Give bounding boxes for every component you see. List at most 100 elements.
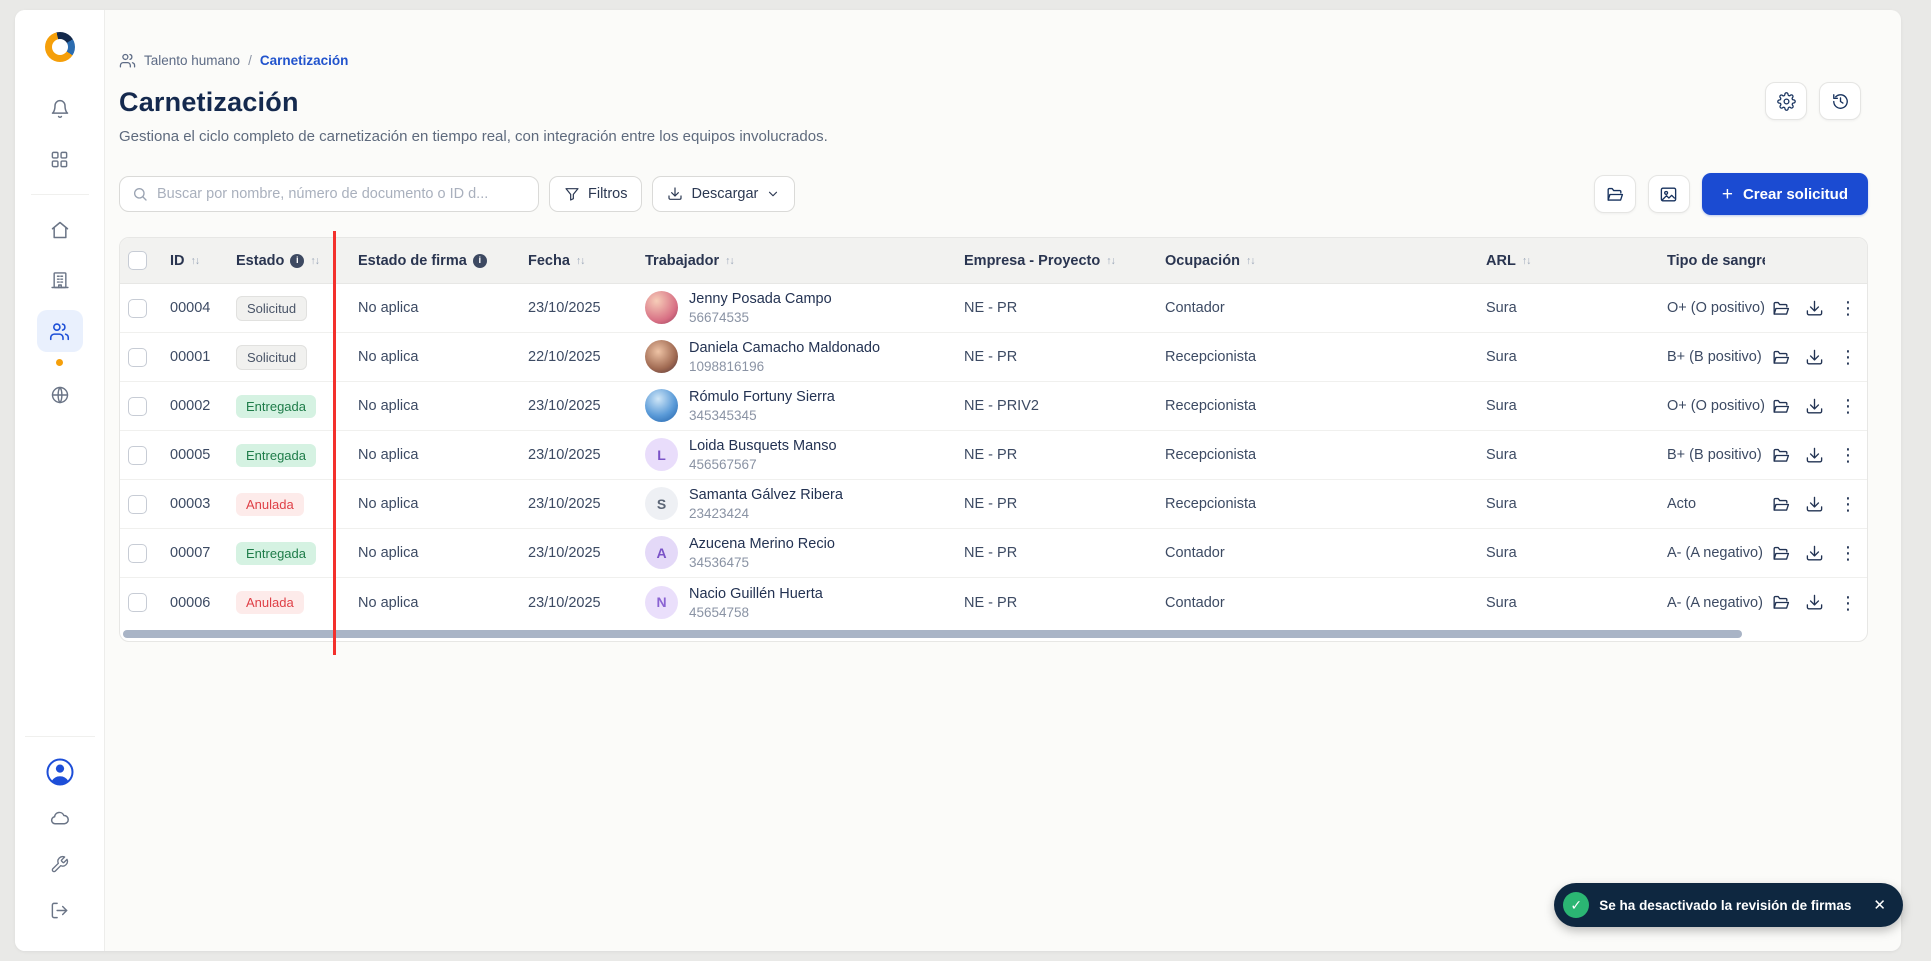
table-row[interactable]: 00006 Anulada No aplica 23/10/2025 N Nacio Gu… — [120, 578, 1867, 627]
column-header-ocupacion[interactable]: Ocupación ↑↓ — [1149, 238, 1470, 283]
building-icon[interactable] — [37, 260, 83, 300]
table-row[interactable]: 00005 Entregada No aplica 23/10/2025 L Loida … — [120, 431, 1867, 480]
badge-image-button[interactable] — [1647, 175, 1690, 213]
cell-select — [120, 480, 154, 528]
cell-trabajador: A Azucena Merino Recio 34536475 — [629, 529, 948, 577]
cell-fecha: 23/10/2025 — [528, 594, 601, 611]
folder-button[interactable] — [1593, 175, 1636, 213]
info-icon[interactable]: i — [290, 253, 305, 268]
folder-icon[interactable] — [1771, 544, 1790, 563]
download-icon[interactable] — [1805, 348, 1824, 367]
kebab-menu-icon[interactable]: ⋮ — [1839, 446, 1857, 464]
folder-icon[interactable] — [1771, 495, 1790, 514]
cell-id: 00002 — [170, 398, 211, 414]
kebab-menu-icon[interactable]: ⋮ — [1839, 348, 1857, 366]
download-button[interactable]: Descargar — [652, 176, 796, 212]
kebab-menu-icon[interactable]: ⋮ — [1839, 594, 1857, 612]
cell-id: 00007 — [170, 545, 211, 561]
settings-gear-button[interactable] — [1765, 82, 1807, 120]
folder-icon[interactable] — [1771, 593, 1790, 612]
notifications-bell-icon[interactable] — [37, 89, 83, 129]
cell-id: 00005 — [170, 447, 211, 463]
table-row[interactable]: 00001 Solicitud No aplica 22/10/2025 Daniela… — [120, 333, 1867, 382]
breadcrumb-current[interactable]: Carnetización — [260, 53, 349, 68]
worker-document: 45654758 — [689, 604, 750, 620]
download-icon[interactable] — [1805, 446, 1824, 465]
logout-icon[interactable] — [37, 890, 83, 930]
table-row[interactable]: 00004 Solicitud No aplica 23/10/2025 Jenny P… — [120, 284, 1867, 333]
search-box[interactable] — [119, 176, 539, 212]
cell-fecha: 23/10/2025 — [528, 398, 601, 414]
cloud-icon[interactable] — [37, 798, 83, 838]
cell-actions: ⋮ — [1765, 284, 1867, 332]
kebab-menu-icon[interactable]: ⋮ — [1839, 397, 1857, 415]
home-icon[interactable] — [37, 210, 83, 250]
download-icon[interactable] — [1805, 397, 1824, 416]
apps-grid-icon[interactable] — [37, 139, 83, 179]
globe-icon[interactable] — [37, 375, 83, 415]
row-checkbox[interactable] — [127, 543, 147, 563]
folder-icon[interactable] — [1771, 446, 1790, 465]
download-icon[interactable] — [1805, 495, 1824, 514]
horizontal-scrollbar[interactable] — [123, 630, 1864, 638]
status-badge: Entregada — [236, 394, 316, 418]
toast-close-icon[interactable]: ✕ — [1873, 896, 1886, 914]
select-all-checkbox[interactable] — [127, 251, 147, 270]
download-icon[interactable] — [1805, 299, 1824, 318]
cell-estado: Entregada — [220, 382, 342, 430]
worker-avatar: N — [645, 585, 678, 619]
column-header-fecha[interactable]: Fecha ↑↓ — [512, 238, 629, 283]
table-row[interactable]: 00007 Entregada No aplica 23/10/2025 A Azucen… — [120, 529, 1867, 578]
wrench-icon[interactable] — [37, 844, 83, 884]
worker-document: 34536475 — [689, 555, 750, 571]
plus-icon: + — [1721, 183, 1733, 205]
folder-icon[interactable] — [1771, 348, 1790, 367]
filters-button[interactable]: Filtros — [549, 176, 643, 212]
download-icon[interactable] — [1805, 593, 1824, 612]
sort-icon[interactable]: ↑↓ — [1522, 255, 1531, 267]
sort-icon[interactable]: ↑↓ — [310, 255, 319, 267]
download-icon[interactable] — [1805, 544, 1824, 563]
sort-icon[interactable]: ↑↓ — [725, 255, 734, 267]
history-button[interactable] — [1819, 82, 1861, 120]
search-input[interactable] — [157, 186, 526, 202]
column-header-id[interactable]: ID ↑↓ — [154, 238, 220, 283]
column-header-arl[interactable]: ARL ↑↓ — [1470, 238, 1651, 283]
worker-photo — [645, 389, 678, 423]
row-checkbox[interactable] — [127, 445, 147, 465]
create-request-button[interactable]: + Crear solicitud — [1701, 173, 1868, 215]
kebab-menu-icon[interactable]: ⋮ — [1839, 299, 1857, 317]
app-window: Talento humano / Carnetización Carnetiza… — [15, 10, 1901, 951]
row-checkbox[interactable] — [127, 298, 147, 318]
worker-name: Jenny Posada Campo — [689, 291, 832, 308]
table-header-row: ID ↑↓ Estado i ↑↓ Estado de firma i Fecha ↑↓ Trab… — [120, 238, 1867, 284]
column-header-sangre[interactable]: Tipo de sangre↑↓ — [1651, 238, 1765, 283]
sort-icon[interactable]: ↑↓ — [576, 255, 585, 267]
breadcrumb-section[interactable]: Talento humano — [144, 53, 240, 68]
folder-icon[interactable] — [1771, 299, 1790, 318]
sort-icon[interactable]: ↑↓ — [1106, 255, 1115, 267]
user-avatar-icon[interactable] — [37, 752, 83, 792]
scrollbar-thumb[interactable] — [123, 630, 1743, 638]
sort-icon[interactable]: ↑↓ — [191, 255, 200, 267]
cell-empresa: NE - PR — [964, 349, 1018, 365]
table-body: 00004 Solicitud No aplica 23/10/2025 Jenny P… — [120, 284, 1867, 627]
row-checkbox[interactable] — [127, 347, 147, 367]
row-checkbox[interactable] — [127, 593, 147, 612]
app-logo-icon[interactable] — [43, 30, 77, 64]
row-checkbox[interactable] — [127, 494, 147, 514]
kebab-menu-icon[interactable]: ⋮ — [1839, 495, 1857, 513]
kebab-menu-icon[interactable]: ⋮ — [1839, 544, 1857, 562]
column-header-empresa[interactable]: Empresa - Proyecto ↑↓ — [948, 238, 1149, 283]
info-icon[interactable]: i — [472, 253, 487, 268]
folder-icon[interactable] — [1771, 397, 1790, 416]
sort-icon[interactable]: ↑↓ — [1246, 255, 1255, 267]
cell-fecha: 23/10/2025 — [528, 447, 601, 463]
row-checkbox[interactable] — [127, 396, 147, 416]
people-icon[interactable] — [36, 310, 83, 352]
table-row[interactable]: 00002 Entregada No aplica 23/10/2025 Rómulo … — [120, 382, 1867, 431]
column-header-estado[interactable]: Estado i ↑↓ — [220, 238, 342, 283]
toast-notification: ✓ Se ha desactivado la revisión de firma… — [1554, 883, 1903, 927]
column-header-trabajador[interactable]: Trabajador ↑↓ — [629, 238, 948, 283]
table-row[interactable]: 00003 Anulada No aplica 23/10/2025 S Samanta … — [120, 480, 1867, 529]
